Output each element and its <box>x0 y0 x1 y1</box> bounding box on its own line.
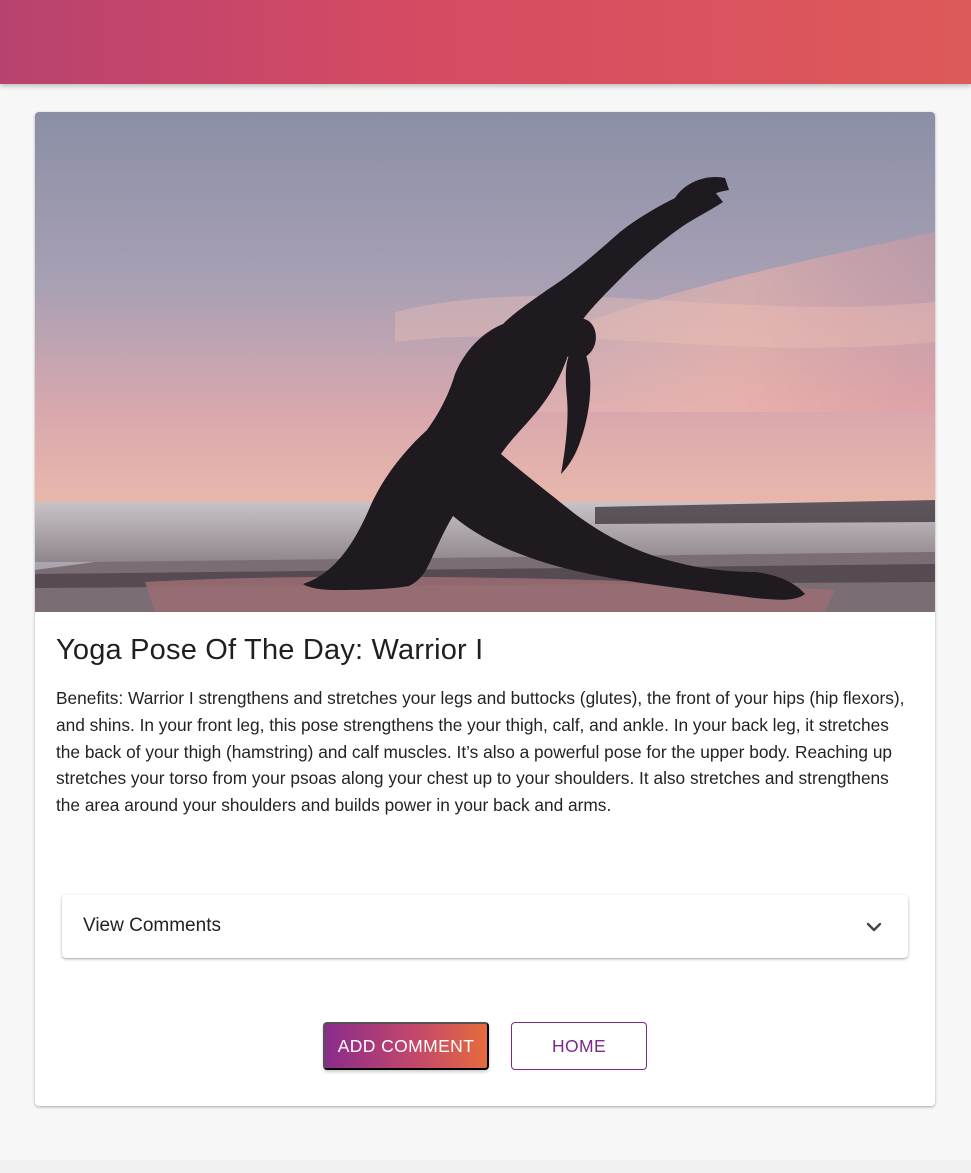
view-comments-accordion[interactable]: View Comments <box>62 895 908 958</box>
app-bar <box>0 0 971 84</box>
home-button[interactable]: HOME <box>511 1022 647 1070</box>
hero-image <box>35 112 935 612</box>
page-footer-strip <box>0 1160 971 1173</box>
chevron-down-icon[interactable] <box>864 917 884 937</box>
add-comment-button[interactable]: ADD COMMENT <box>323 1022 489 1070</box>
view-comments-label: View Comments <box>83 915 221 936</box>
post-body: Benefits: Warrior I strengthens and stre… <box>56 688 905 816</box>
post-card: Yoga Pose Of The Day: Warrior I Benefits… <box>35 112 935 1106</box>
post-title: Yoga Pose Of The Day: Warrior I <box>56 634 484 666</box>
